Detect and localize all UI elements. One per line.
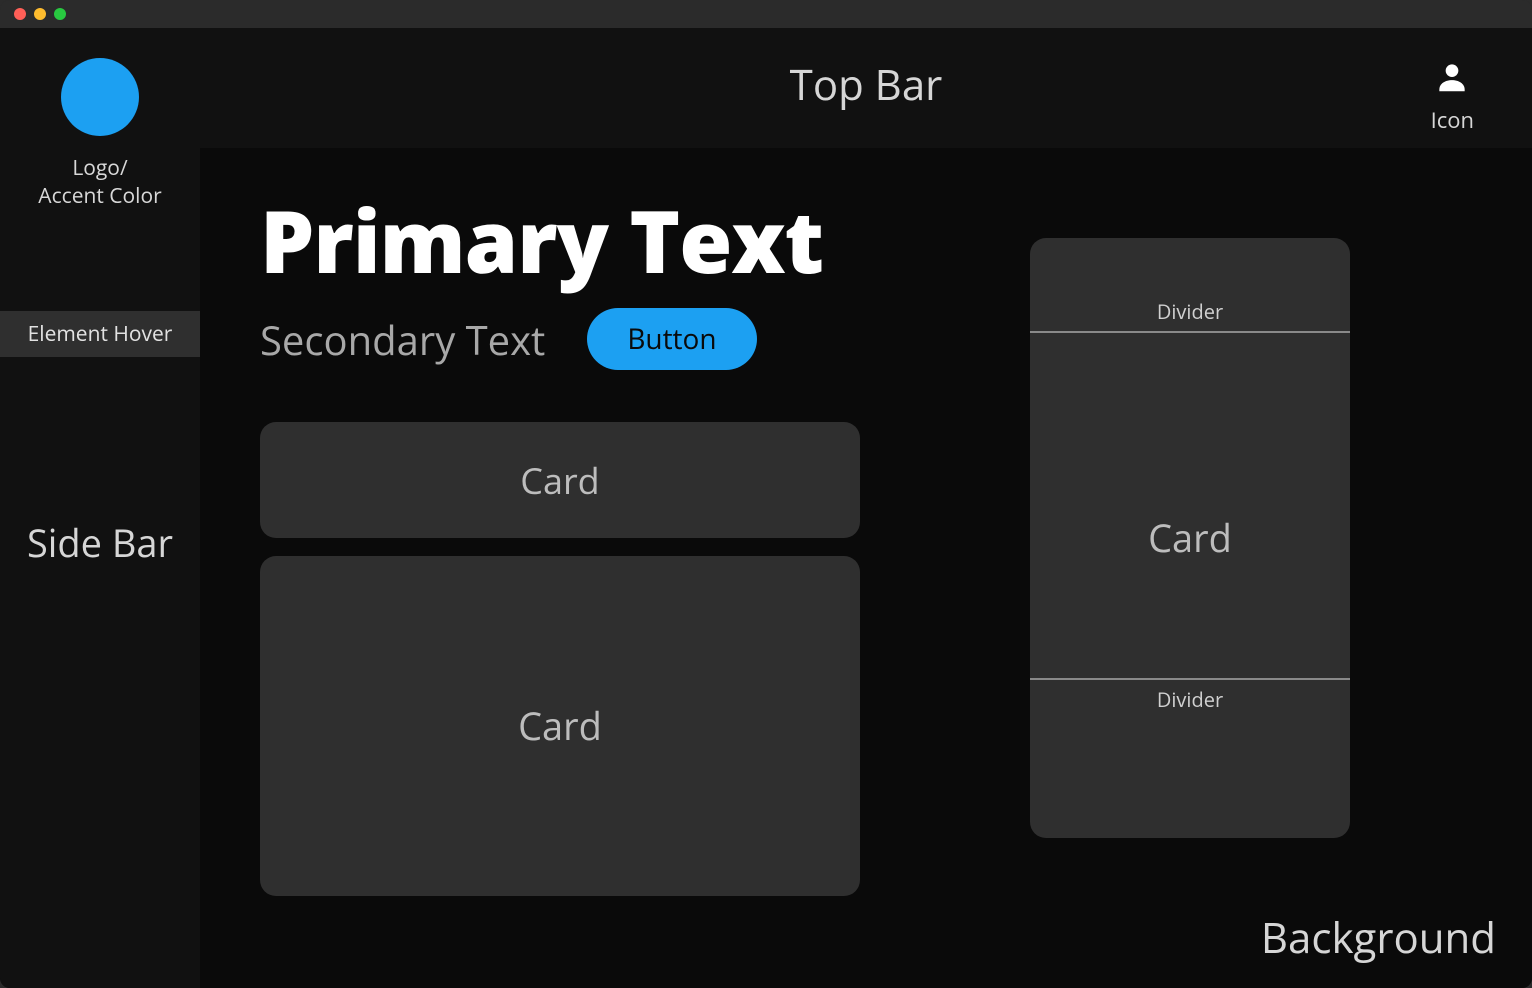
- secondary-row: Secondary Text Button: [260, 308, 860, 370]
- user-icon: [1433, 58, 1471, 101]
- app-window: Logo/ Accent Color Element Hover Side Ba…: [0, 0, 1532, 988]
- card-medium[interactable]: Card: [260, 556, 860, 896]
- main-area: Top Bar Icon Primary Text Secondary T: [200, 28, 1532, 988]
- divider-bottom-line: [1030, 678, 1350, 680]
- top-bar-title: Top Bar: [790, 56, 943, 113]
- cards-left: Card Card: [260, 422, 860, 896]
- sidebar-item-hover[interactable]: Element Hover: [0, 311, 200, 357]
- card-large[interactable]: Divider Card Divider: [1030, 238, 1350, 838]
- content-left-column: Primary Text Secondary Text Button Card …: [260, 198, 860, 938]
- divider-bottom-label: Divider: [1157, 686, 1223, 713]
- app-body: Logo/ Accent Color Element Hover Side Ba…: [0, 28, 1532, 988]
- window-maximize-button[interactable]: [54, 8, 66, 20]
- divider-top: Divider: [1030, 298, 1350, 333]
- secondary-text: Secondary Text: [260, 312, 545, 367]
- window-close-button[interactable]: [14, 8, 26, 20]
- logo-accent-circle: [61, 58, 139, 136]
- divider-top-label: Divider: [1157, 298, 1223, 325]
- divider-bottom: Divider: [1030, 678, 1350, 713]
- window-minimize-button[interactable]: [34, 8, 46, 20]
- card-small[interactable]: Card: [260, 422, 860, 538]
- sidebar: Logo/ Accent Color Element Hover Side Ba…: [0, 28, 200, 988]
- top-bar: Top Bar Icon: [200, 28, 1532, 148]
- content-area: Primary Text Secondary Text Button Card …: [200, 148, 1532, 988]
- content-right-column: Divider Card Divider: [1030, 238, 1350, 938]
- primary-text: Primary Text: [260, 198, 860, 284]
- logo-label: Logo/ Accent Color: [38, 154, 161, 211]
- divider-top-line: [1030, 331, 1350, 333]
- window-titlebar: [0, 0, 1532, 28]
- background-label: Background: [1261, 909, 1496, 966]
- sidebar-title: Side Bar: [27, 517, 173, 569]
- user-icon-group[interactable]: Icon: [1431, 58, 1474, 135]
- card-large-label: Card: [1148, 512, 1232, 564]
- primary-button[interactable]: Button: [587, 308, 756, 370]
- user-icon-label: Icon: [1431, 105, 1474, 135]
- logo-label-line2: Accent Color: [38, 182, 161, 210]
- logo-label-line1: Logo/: [72, 154, 127, 182]
